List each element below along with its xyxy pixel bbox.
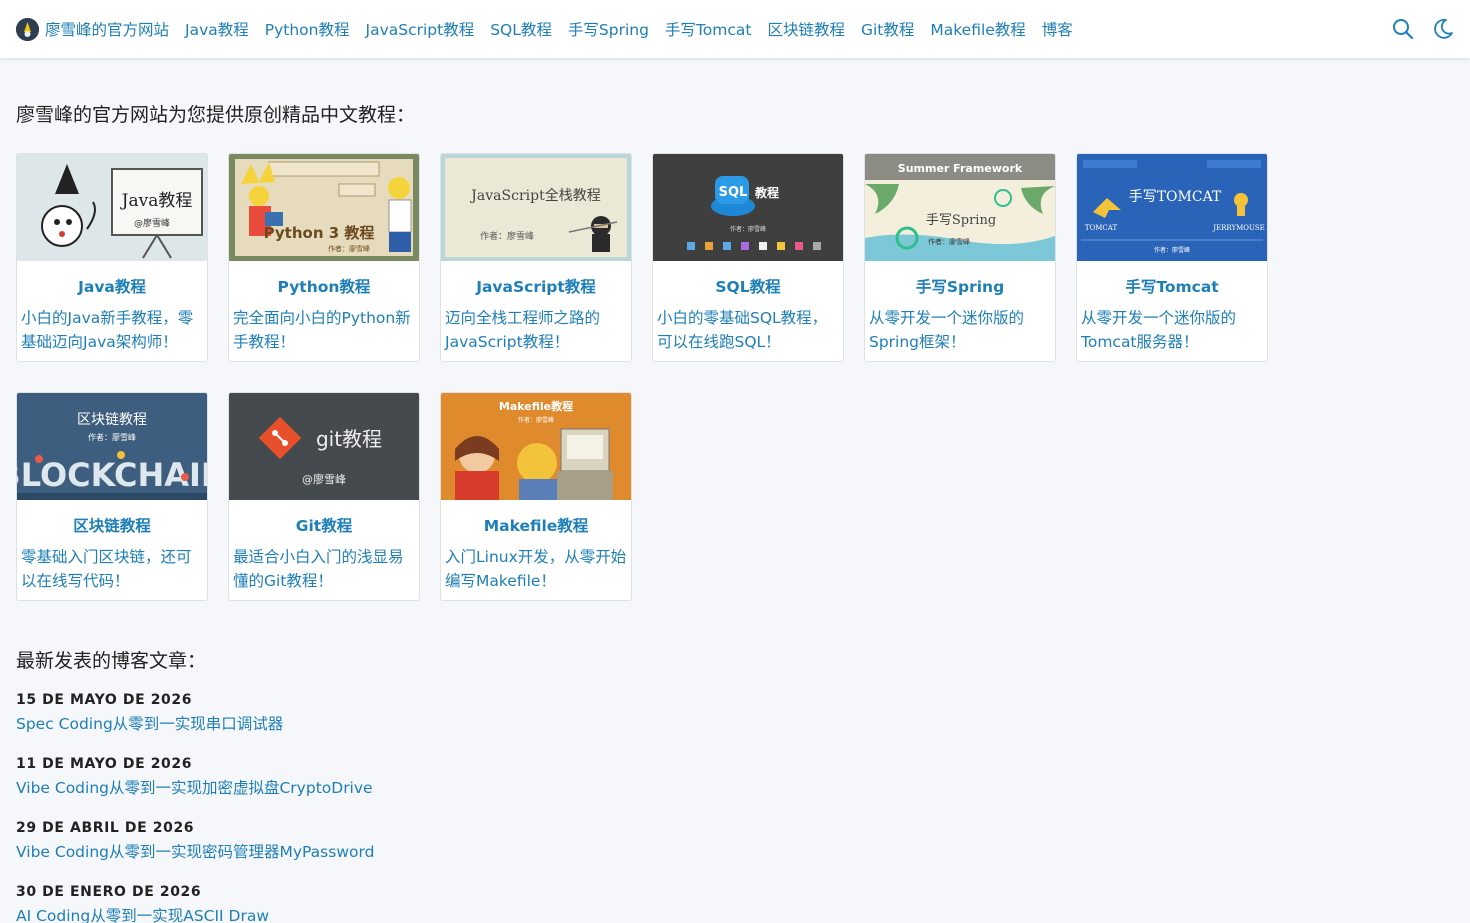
course-title-python[interactable]: Python教程	[229, 275, 419, 297]
course-image-git-sub: @廖雪峰	[302, 472, 346, 486]
course-image-javascript-title: JavaScript全栈教程	[469, 187, 600, 204]
course-desc-sql[interactable]: 小白的零基础SQL教程，可以在线跑SQL！	[653, 306, 843, 354]
post-link[interactable]: Vibe Coding从零到一实现密码管理器MyPassword	[16, 840, 374, 862]
course-card-git[interactable]: git教程 @廖雪峰 Git教程 最适合小白入门的浅显易懂的Git教程！	[228, 392, 420, 601]
nav-icons	[1392, 0, 1454, 58]
brand-title: 廖雪峰的官方网站	[45, 21, 170, 39]
course-image-makefile-title: Makefile教程	[499, 399, 573, 413]
course-card-java[interactable]: Java教程 @廖雪峰 Java教程 小白的Java新手教程，零基础迈向Java…	[16, 153, 208, 362]
course-image-spring-top: Summer Framework	[898, 162, 1023, 175]
post-link[interactable]: Spec Coding从零到一实现串口调试器	[16, 712, 283, 734]
course-image-git-title: git教程	[316, 427, 382, 451]
course-desc-makefile[interactable]: 入门Linux开发，从零开始编写Makefile！	[441, 545, 631, 593]
post-link[interactable]: Vibe Coding从零到一实现加密虚拟盘CryptoDrive	[16, 776, 373, 798]
post-date: 11 DE MAYO DE 2026	[16, 756, 193, 772]
course-image-tomcat-sub: 作者：廖雪峰	[1154, 246, 1190, 254]
course-image-java-sub: @廖雪峰	[134, 217, 170, 229]
course-image-spring: Summer Framework 手写Spring 作者：廖雪峰	[865, 154, 1055, 261]
course-title-java[interactable]: Java教程	[17, 275, 207, 297]
course-image-sql-sub: 作者：廖雪峰	[730, 225, 766, 233]
intro-heading: 廖雪峰的官方网站为您提供原创精品中文教程：	[16, 104, 416, 126]
blog-post-item: 29 DE ABRIL DE 2026 Vibe Coding从零到一实现密码管…	[16, 820, 374, 862]
course-image-java-title: Java教程	[120, 191, 193, 211]
nav-link-sql[interactable]: SQL教程	[490, 18, 552, 40]
course-image-makefile: Makefile教程 作者：廖雪峰	[441, 393, 631, 500]
course-image-blockchain-title: 区块链教程	[77, 412, 147, 428]
course-card-blockchain[interactable]: 区块链教程 作者：廖雪峰 BLOCKCHAIN 区块链教程 零基础入门区块链，还…	[16, 392, 208, 601]
course-image-blockchain-sub: 作者：廖雪峰	[88, 432, 136, 442]
course-image-spring-sub: 作者：廖雪峰	[928, 237, 970, 246]
course-image-git: git教程 @廖雪峰	[229, 393, 419, 500]
post-date: 15 DE MAYO DE 2026	[16, 692, 193, 708]
course-image-python: Python 3 教程 作者：廖雪峰	[229, 154, 419, 261]
course-image-tomcat: 手写TOMCAT TOMCAT JERRYMOUSE 作者：廖雪峰	[1077, 154, 1267, 261]
course-image-blockchain-big: BLOCKCHAIN	[17, 456, 207, 494]
course-card-tomcat[interactable]: 手写TOMCAT TOMCAT JERRYMOUSE 作者：廖雪峰 手写Tomc…	[1076, 153, 1268, 362]
course-image-sql: SQL 教程 作者：廖雪峰	[653, 154, 843, 261]
course-card-javascript[interactable]: JavaScript全栈教程 作者：廖雪峰 JavaScript教程 迈向全栈工…	[440, 153, 632, 362]
post-link[interactable]: AI Coding从零到一实现ASCII Draw	[16, 904, 269, 923]
course-image-java: Java教程 @廖雪峰	[17, 154, 207, 261]
course-desc-tomcat[interactable]: 从零开发一个迷你版的Tomcat服务器！	[1077, 306, 1267, 354]
course-card-python[interactable]: Python 3 教程 作者：廖雪峰 Python教程 完全面向小白的Pytho…	[228, 153, 420, 362]
blog-post-item: 30 DE ENERO DE 2026 AI Coding从零到一实现ASCII…	[16, 884, 269, 923]
course-title-makefile[interactable]: Makefile教程	[441, 514, 631, 536]
course-desc-javascript[interactable]: 迈向全栈工程师之路的JavaScript教程！	[441, 306, 631, 354]
course-image-sql-badge: SQL	[719, 185, 748, 200]
course-image-sql-title: 教程	[754, 185, 779, 200]
nav-link-git[interactable]: Git教程	[861, 18, 914, 40]
course-desc-git[interactable]: 最适合小白入门的浅显易懂的Git教程！	[229, 545, 419, 593]
blog-post-item: 15 DE MAYO DE 2026 Spec Coding从零到一实现串口调试…	[16, 692, 283, 734]
nav-link-spring[interactable]: 手写Spring	[568, 18, 649, 40]
course-image-python-sub: 作者：廖雪峰	[328, 244, 370, 253]
course-image-tomcat-title: 手写TOMCAT	[1129, 189, 1222, 205]
post-date: 29 DE ABRIL DE 2026	[16, 820, 195, 836]
course-desc-python[interactable]: 完全面向小白的Python新手教程！	[229, 306, 419, 354]
nav-links: Java教程 Python教程 JavaScript教程 SQL教程 手写Spr…	[185, 18, 1073, 40]
course-title-sql[interactable]: SQL教程	[653, 275, 843, 297]
brand-link[interactable]: 廖雪峰的官方网站	[16, 17, 170, 41]
blog-heading: 最新发表的博客文章：	[16, 650, 207, 672]
course-card-makefile[interactable]: Makefile教程 作者：廖雪峰 Makefile教程 入门Linux开发，从…	[440, 392, 632, 601]
course-title-javascript[interactable]: JavaScript教程	[441, 275, 631, 297]
nav-link-blog[interactable]: 博客	[1042, 18, 1073, 40]
course-image-tomcat-right: JERRYMOUSE	[1212, 224, 1265, 232]
nav-link-tomcat[interactable]: 手写Tomcat	[665, 18, 752, 40]
brand-logo-icon	[16, 17, 39, 41]
search-icon[interactable]	[1392, 18, 1414, 40]
nav-link-python[interactable]: Python教程	[265, 18, 350, 40]
course-desc-java[interactable]: 小白的Java新手教程，零基础迈向Java架构师！	[17, 306, 207, 354]
nav-link-blockchain[interactable]: 区块链教程	[767, 18, 845, 40]
course-card-sql[interactable]: SQL 教程 作者：廖雪峰 SQL教程 小白的零基础SQL教程，可以在线跑SQL…	[652, 153, 844, 362]
course-image-javascript-sub: 作者：廖雪峰	[480, 230, 534, 242]
course-title-spring[interactable]: 手写Spring	[865, 275, 1055, 297]
nav-link-javascript[interactable]: JavaScript教程	[366, 18, 475, 40]
course-image-makefile-sub: 作者：廖雪峰	[518, 416, 554, 424]
course-image-tomcat-left: TOMCAT	[1085, 224, 1118, 232]
course-desc-spring[interactable]: 从零开发一个迷你版的Spring框架！	[865, 306, 1055, 354]
course-title-git[interactable]: Git教程	[229, 514, 419, 536]
course-title-blockchain[interactable]: 区块链教程	[17, 514, 207, 536]
post-date: 30 DE ENERO DE 2026	[16, 884, 202, 900]
nav-link-java[interactable]: Java教程	[185, 18, 249, 40]
course-image-javascript: JavaScript全栈教程 作者：廖雪峰	[441, 154, 631, 261]
nav-link-makefile[interactable]: Makefile教程	[930, 18, 1025, 40]
top-navbar: 廖雪峰的官方网站 Java教程 Python教程 JavaScript教程 SQ…	[0, 0, 1470, 58]
course-image-python-title: Python 3 教程	[264, 224, 375, 242]
course-desc-blockchain[interactable]: 零基础入门区块链，还可以在线写代码！	[17, 545, 207, 593]
moon-icon[interactable]	[1432, 18, 1454, 40]
blog-post-item: 11 DE MAYO DE 2026 Vibe Coding从零到一实现加密虚拟…	[16, 756, 373, 798]
course-title-tomcat[interactable]: 手写Tomcat	[1077, 275, 1267, 297]
course-card-spring[interactable]: Summer Framework 手写Spring 作者：廖雪峰 手写Sprin…	[864, 153, 1056, 362]
course-image-blockchain: 区块链教程 作者：廖雪峰 BLOCKCHAIN	[17, 393, 207, 500]
course-image-spring-title: 手写Spring	[926, 213, 996, 228]
